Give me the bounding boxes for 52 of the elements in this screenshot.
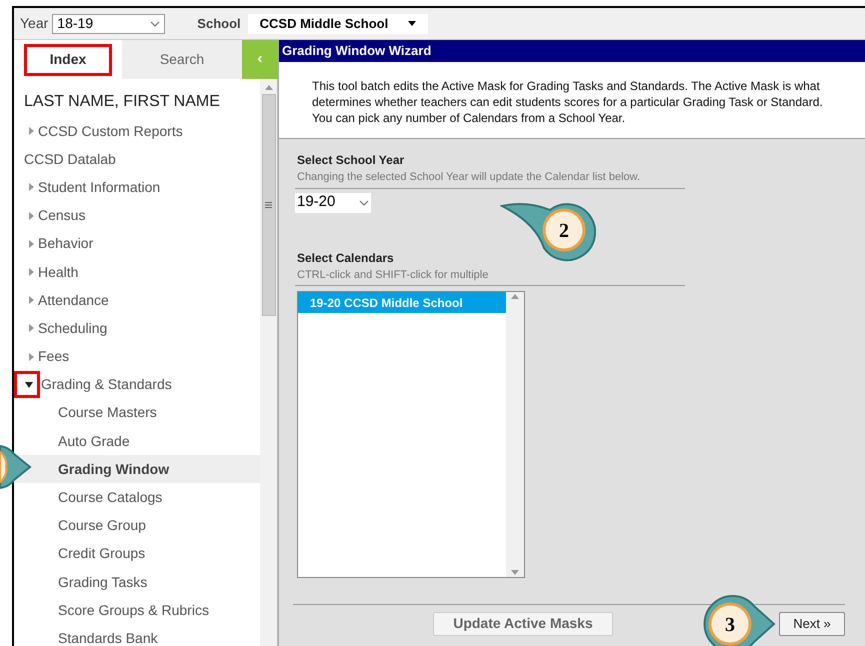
scroll-up-icon[interactable] [511, 294, 519, 299]
wizard-title: Grading Window Wizard [279, 40, 865, 62]
section-heading: Select Calendars [296, 250, 395, 266]
scroll-up-icon[interactable] [264, 85, 272, 90]
expanded-triangle-icon[interactable] [25, 380, 33, 389]
nav-item[interactable]: Grading & Standards [14, 370, 260, 399]
nav-item[interactable]: Scheduling [24, 314, 260, 342]
nav-subitem[interactable]: Grading Window [14, 455, 260, 484]
collapsed-triangle-icon[interactable] [27, 352, 35, 361]
school-year-select[interactable]: 19-20 [295, 192, 371, 212]
chevron-down-icon [359, 200, 369, 206]
scrollbar-thumb[interactable] [262, 94, 276, 316]
section-hint: CTRL-click and SHIFT-click for multiple [295, 266, 685, 286]
user-name: LAST NAME, FIRST NAME [24, 92, 221, 112]
grip-icon [265, 202, 272, 208]
collapsed-triangle-icon[interactable] [27, 324, 35, 332]
nav-item[interactable]: Census [24, 202, 260, 230]
collapsed-triangle-icon[interactable] [27, 240, 35, 248]
nav-item[interactable]: CCSD Custom Reports [24, 117, 260, 146]
update-button[interactable]: Update Active Masks [433, 612, 613, 636]
nav-subitem[interactable]: Score Groups & Rubrics [14, 596, 260, 624]
nav-item[interactable]: Health [24, 258, 260, 286]
nav-item[interactable]: Behavior [24, 230, 260, 258]
nav-subitem[interactable]: Course Group [14, 512, 260, 540]
nav-item[interactable]: CCSD Datalab [24, 145, 260, 174]
collapsed-triangle-icon[interactable] [27, 296, 35, 304]
collapsed-triangle-icon[interactable] [27, 183, 35, 192]
nav-subitem[interactable]: Standards Bank [14, 624, 260, 646]
wizard-description: This tool batch edits the Active Mask for Grading Tasks and Standards. The Active Mask is what determines whether teachers can edit students scores for a particular Grading Task or Standard. You can pick any number of Calendars from a School Year. [312, 78, 824, 126]
nav-item[interactable]: Student Information [24, 173, 260, 202]
collapsed-triangle-icon[interactable] [27, 127, 35, 136]
dropdown-arrow-icon [408, 21, 416, 26]
scrollbar[interactable] [260, 79, 278, 646]
collapsed-triangle-icon[interactable] [27, 268, 35, 276]
nav-subitem[interactable]: Credit Groups [14, 540, 260, 568]
nav-item[interactable]: Attendance [24, 286, 260, 314]
nav-subitem[interactable]: Grading Tasks [14, 568, 260, 596]
nav-subitem[interactable]: Auto Grade [14, 427, 260, 456]
school-label: School [197, 14, 241, 33]
school-select[interactable]: CCSD Middle School [248, 14, 428, 34]
chevron-down-icon [150, 20, 160, 26]
nav-item[interactable]: Fees [24, 342, 260, 371]
next-button[interactable]: Next » [779, 612, 845, 636]
nav-subitem[interactable]: Course Masters [14, 398, 260, 428]
section-hint: Changing the selected School Year will update the Calendar list below. [295, 169, 685, 188]
year-label: Year [20, 14, 48, 33]
section-heading: Select School Year [296, 152, 406, 169]
year-select[interactable]: 18-19 [52, 14, 166, 34]
sidebar-tab[interactable]: Search [122, 40, 242, 79]
collapsed-triangle-icon[interactable] [27, 212, 35, 220]
nav-subitem[interactable]: Course Catalogs [14, 483, 260, 512]
scroll-down-icon[interactable] [511, 570, 519, 575]
